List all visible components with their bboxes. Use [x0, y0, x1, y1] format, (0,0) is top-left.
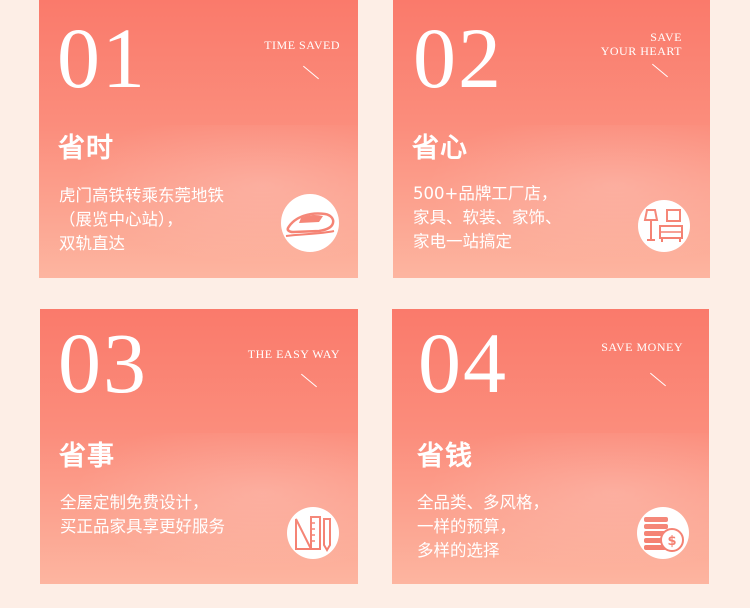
decorative-slash — [301, 373, 317, 388]
card-number: 04 — [418, 315, 508, 411]
card-description: 500+品牌工厂店， 家具、软装、家饰、 家电一站搞定 — [413, 182, 562, 254]
feature-card-save-heart: 02 SAVE YOUR HEART 省心 500+品牌工厂店， 家具、软装、家… — [393, 0, 710, 278]
card-tag-line: THE EASY WAY — [247, 347, 340, 361]
decorative-slash — [303, 65, 319, 80]
card-title: 省事 — [59, 441, 115, 472]
description-line: 双轨直达 — [59, 234, 125, 253]
card-title: 省钱 — [417, 441, 473, 472]
description-line: 一样的预算， — [417, 517, 516, 536]
decorative-slash — [650, 372, 666, 387]
coins-money-icon: $ — [637, 507, 689, 559]
feature-card-easy-way: 03 THE EASY WAY 省事 全屋定制免费设计， 买正品家具享更好服务 — [40, 309, 358, 584]
card-tag: THE EASY WAY — [248, 347, 340, 361]
description-line: 家电一站搞定 — [413, 232, 512, 251]
card-description: 虎门高铁转乘东莞地铁 （展览中心站）， 双轨直达 — [59, 184, 224, 256]
card-tag-line: SAVE — [650, 30, 682, 44]
card-description: 全屋定制免费设计， 买正品家具享更好服务 — [60, 491, 225, 539]
card-number: 02 — [413, 10, 503, 106]
description-line: 全品类、多风格， — [417, 493, 549, 512]
card-description: 全品类、多风格， 一样的预算， 多样的选择 — [417, 491, 549, 563]
card-number: 01 — [57, 10, 147, 106]
description-line: （展览中心站）， — [59, 210, 183, 229]
card-number: 03 — [58, 315, 148, 411]
description-line: 虎门高铁转乘东莞地铁 — [59, 186, 224, 205]
card-tag-line: SAVE MONEY — [601, 340, 683, 354]
card-tag-line: TIME SAVED — [264, 38, 340, 52]
furniture-lamp-icon — [638, 200, 690, 252]
description-line: 家具、软装、家饰、 — [413, 208, 562, 227]
description-line: 全屋定制免费设计， — [60, 493, 209, 512]
high-speed-train-icon — [281, 194, 339, 252]
card-tag-line: YOUR HEART — [600, 44, 682, 58]
svg-text:$: $ — [667, 534, 676, 549]
description-line: 买正品家具享更好服务 — [60, 517, 225, 536]
card-tag: SAVE MONEY — [601, 340, 683, 354]
card-tag: TIME SAVED — [264, 38, 340, 52]
decorative-slash — [652, 63, 668, 78]
feature-card-time-saved: 01 TIME SAVED 省时 虎门高铁转乘东莞地铁 （展览中心站）， 双轨直… — [39, 0, 358, 278]
description-line: 500+品牌工厂店， — [413, 184, 558, 203]
description-line: 多样的选择 — [417, 541, 500, 560]
card-title: 省心 — [412, 133, 468, 164]
card-title: 省时 — [58, 133, 114, 164]
design-tools-icon — [287, 507, 339, 559]
feature-card-save-money: 04 SAVE MONEY 省钱 全品类、多风格， 一样的预算， 多样的选择 $ — [392, 309, 709, 584]
card-tag: SAVE YOUR HEART — [601, 30, 682, 58]
